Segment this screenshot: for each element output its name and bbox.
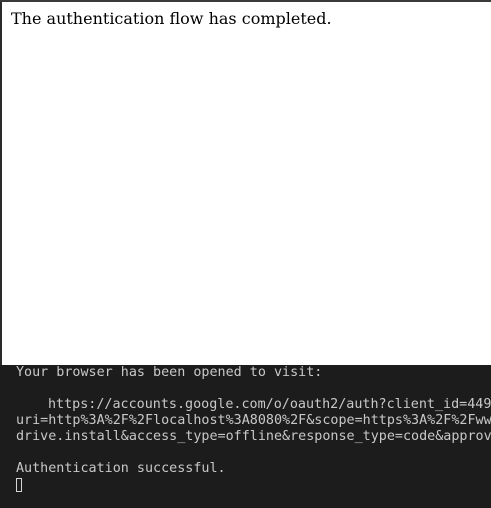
auth-complete-message: The authentication flow has completed. bbox=[11, 9, 332, 28]
browser-window[interactable]: The authentication flow has completed. bbox=[2, 2, 491, 365]
terminal-auth-url-line: drive.install&access_type=offline&respon… bbox=[16, 429, 491, 444]
terminal-auth-url-line: uri=http%3A%2F%2Flocalhost%3A8080%2F&sco… bbox=[16, 413, 491, 428]
terminal-success-message: Authentication successful. bbox=[16, 461, 226, 476]
terminal-auth-url-line: https://accounts.google.com/o/oauth2/aut… bbox=[48, 397, 491, 412]
terminal-cursor bbox=[16, 478, 22, 492]
terminal-output-line: Your browser has been opened to visit: bbox=[16, 365, 323, 380]
desktop-screen: Your browser has been opened to visit: h… bbox=[0, 0, 491, 508]
